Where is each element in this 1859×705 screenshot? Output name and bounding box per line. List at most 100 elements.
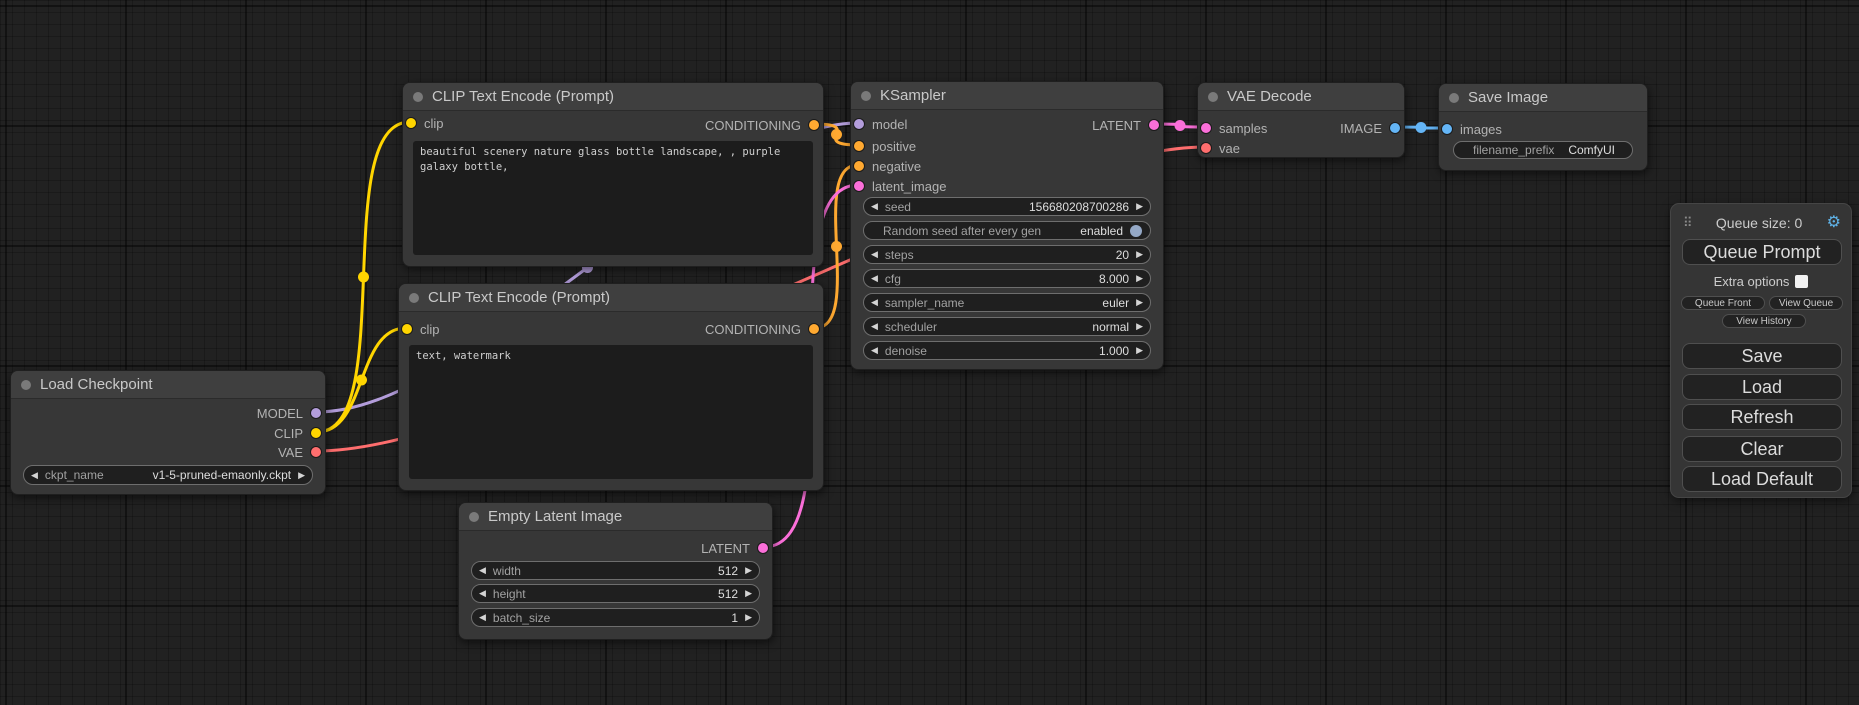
widget-filename_prefix[interactable]: filename_prefixComfyUI (1453, 141, 1633, 159)
decrement-arrow-icon[interactable]: ◀ (871, 202, 878, 211)
decrement-arrow-icon[interactable]: ◀ (871, 298, 878, 307)
port-input-vae-icon[interactable] (1201, 143, 1211, 153)
input-slot-model: model (854, 116, 907, 132)
queue-front-button[interactable]: Queue Front (1681, 296, 1765, 310)
port-input-images-icon[interactable] (1442, 124, 1452, 134)
decrement-arrow-icon[interactable]: ◀ (871, 250, 878, 259)
link-dot-clip-to-negative-encode[interactable] (356, 375, 367, 386)
link-dot-latent-to-vaedecode[interactable] (1175, 120, 1186, 131)
port-output-latent-icon[interactable] (758, 543, 768, 553)
decrement-arrow-icon[interactable]: ◀ (479, 566, 486, 575)
node-title-bar[interactable]: CLIP Text Encode (Prompt) (399, 284, 823, 312)
extra-options-checkbox[interactable] (1795, 275, 1808, 288)
decrement-arrow-icon[interactable]: ◀ (871, 346, 878, 355)
node-title-bar[interactable]: Save Image (1439, 84, 1647, 112)
output-label: LATENT (701, 541, 750, 556)
node-empty-latent-image[interactable]: Empty Latent ImageLATENT◀width512▶◀heigh… (458, 502, 773, 640)
collapse-toggle-icon[interactable] (469, 512, 479, 522)
collapse-toggle-icon[interactable] (1208, 92, 1218, 102)
collapse-toggle-icon[interactable] (413, 92, 423, 102)
load-default-button[interactable]: Load Default (1682, 466, 1842, 492)
prompt-textarea[interactable]: text, watermark (409, 345, 813, 479)
increment-arrow-icon[interactable]: ▶ (1136, 322, 1143, 331)
toggle-indicator-icon[interactable] (1130, 225, 1142, 237)
node-title-bar[interactable]: VAE Decode (1198, 83, 1404, 111)
widget-value: 512 (718, 564, 738, 578)
port-output-conditioning-icon[interactable] (809, 120, 819, 130)
port-input-clip-icon[interactable] (402, 324, 412, 334)
port-output-clip-icon[interactable] (311, 428, 321, 438)
output-slot-latent: LATENT (701, 540, 768, 556)
port-output-latent-icon[interactable] (1149, 120, 1159, 130)
node-clip-text-encode-positive[interactable]: CLIP Text Encode (Prompt)clipCONDITIONIN… (402, 82, 824, 267)
view-history-button[interactable]: View History (1722, 314, 1806, 328)
prompt-textarea[interactable]: beautiful scenery nature glass bottle la… (413, 141, 813, 255)
widget-value: 8.000 (1099, 272, 1129, 286)
link-dot-clip-to-positive-encode[interactable] (358, 272, 369, 283)
port-input-clip-icon[interactable] (406, 118, 416, 128)
link-dot-negative-conditioning[interactable] (831, 241, 842, 252)
refresh-button[interactable]: Refresh (1682, 404, 1842, 430)
drag-handle-icon[interactable]: ⠿ (1683, 215, 1692, 231)
widget-cfg[interactable]: ◀cfg8.000▶ (863, 269, 1151, 288)
increment-arrow-icon[interactable]: ▶ (1136, 274, 1143, 283)
widget-Random seed after every gen[interactable]: Random seed after every genenabled (863, 221, 1151, 240)
increment-arrow-icon[interactable]: ▶ (745, 589, 752, 598)
widget-sampler_name[interactable]: ◀sampler_nameeuler▶ (863, 293, 1151, 312)
collapse-toggle-icon[interactable] (861, 91, 871, 101)
link-dot-positive-conditioning[interactable] (831, 129, 842, 140)
save-button[interactable]: Save (1682, 343, 1842, 369)
port-output-vae-icon[interactable] (311, 447, 321, 457)
widget-height[interactable]: ◀height512▶ (471, 584, 760, 603)
node-title-bar[interactable]: CLIP Text Encode (Prompt) (403, 83, 823, 111)
view-queue-button[interactable]: View Queue (1769, 296, 1843, 310)
widget-steps[interactable]: ◀steps20▶ (863, 245, 1151, 264)
node-title-bar[interactable]: Empty Latent Image (459, 503, 772, 531)
node-title-bar[interactable]: Load Checkpoint (11, 371, 325, 399)
widget-scheduler[interactable]: ◀schedulernormal▶ (863, 317, 1151, 336)
queue-panel[interactable]: ⠿ Queue size: 0 ⚙ Queue Prompt Extra opt… (1670, 203, 1852, 498)
increment-arrow-icon[interactable]: ▶ (1136, 202, 1143, 211)
clear-button[interactable]: Clear (1682, 436, 1842, 462)
node-load-checkpoint[interactable]: Load CheckpointMODELCLIPVAE◀ckpt_namev1-… (10, 370, 326, 495)
widget-ckpt_name[interactable]: ◀ckpt_namev1-5-pruned-emaonly.ckpt▶ (23, 465, 313, 485)
increment-arrow-icon[interactable]: ▶ (745, 566, 752, 575)
port-input-samples-icon[interactable] (1201, 123, 1211, 133)
increment-arrow-icon[interactable]: ▶ (1136, 250, 1143, 259)
decrement-arrow-icon[interactable]: ◀ (479, 613, 486, 622)
port-input-latent_image-icon[interactable] (854, 181, 864, 191)
extra-options-row: Extra options (1671, 274, 1851, 289)
widget-seed[interactable]: ◀seed156680208700286▶ (863, 197, 1151, 216)
increment-arrow-icon[interactable]: ▶ (1136, 298, 1143, 307)
decrement-arrow-icon[interactable]: ◀ (31, 471, 38, 480)
link-dot-image-to-saveimage[interactable] (1416, 122, 1427, 133)
decrement-arrow-icon[interactable]: ◀ (871, 274, 878, 283)
collapse-toggle-icon[interactable] (409, 293, 419, 303)
port-input-negative-icon[interactable] (854, 161, 864, 171)
widget-batch_size[interactable]: ◀batch_size1▶ (471, 608, 760, 627)
increment-arrow-icon[interactable]: ▶ (298, 471, 305, 480)
port-input-model-icon[interactable] (854, 119, 864, 129)
node-title-bar[interactable]: KSampler (851, 82, 1163, 110)
input-slot-negative: negative (854, 158, 921, 174)
port-output-conditioning-icon[interactable] (809, 324, 819, 334)
port-output-model-icon[interactable] (311, 408, 321, 418)
load-button[interactable]: Load (1682, 374, 1842, 400)
node-save-image[interactable]: Save Imageimagesfilename_prefixComfyUI (1438, 83, 1648, 171)
settings-gear-icon[interactable]: ⚙ (1827, 215, 1841, 231)
collapse-toggle-icon[interactable] (21, 380, 31, 390)
collapse-toggle-icon[interactable] (1449, 93, 1459, 103)
node-vae-decode[interactable]: VAE DecodesamplesvaeIMAGE (1197, 82, 1405, 158)
decrement-arrow-icon[interactable]: ◀ (871, 322, 878, 331)
widget-width[interactable]: ◀width512▶ (471, 561, 760, 580)
port-input-positive-icon[interactable] (854, 141, 864, 151)
increment-arrow-icon[interactable]: ▶ (745, 613, 752, 622)
node-ksampler[interactable]: KSamplermodelpositivenegativelatent_imag… (850, 81, 1164, 370)
node-clip-text-encode-negative[interactable]: CLIP Text Encode (Prompt)clipCONDITIONIN… (398, 283, 824, 491)
decrement-arrow-icon[interactable]: ◀ (479, 589, 486, 598)
comfyui-canvas[interactable]: Load CheckpointMODELCLIPVAE◀ckpt_namev1-… (0, 0, 1859, 705)
queue-prompt-button[interactable]: Queue Prompt (1682, 239, 1842, 265)
increment-arrow-icon[interactable]: ▶ (1136, 346, 1143, 355)
port-output-image-icon[interactable] (1390, 123, 1400, 133)
widget-denoise[interactable]: ◀denoise1.000▶ (863, 341, 1151, 360)
